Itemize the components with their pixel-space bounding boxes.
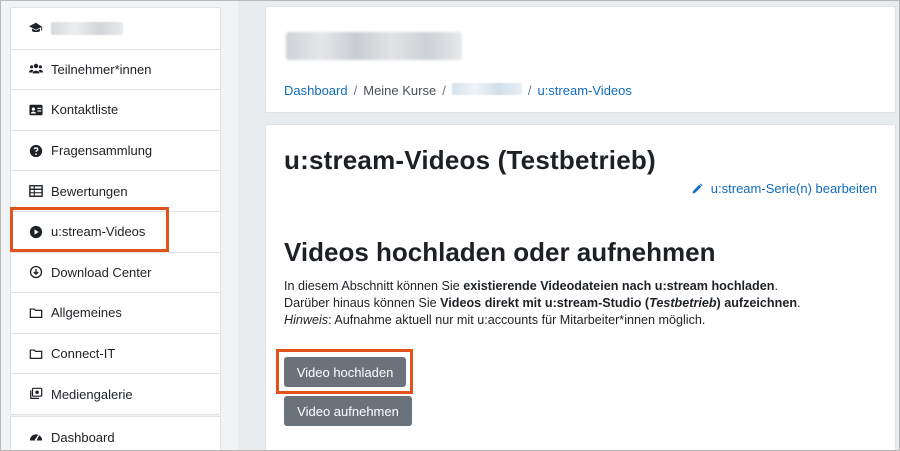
sidebar-item-mediengalerie[interactable]: Mediengalerie: [11, 373, 220, 414]
section-description: In diesem Abschnitt können Sie existiere…: [284, 278, 801, 329]
course-name-redacted: [51, 21, 123, 35]
sidebar-item-ustream-videos[interactable]: u:stream-Videos: [11, 210, 220, 252]
record-video-button[interactable]: Video aufnehmen: [284, 396, 412, 426]
sidebar-item-teilnehmer[interactable]: Teilnehmer*innen: [11, 48, 220, 90]
sidebar-item-bewertungen[interactable]: Bewertungen: [11, 170, 220, 211]
breadcrumb-current[interactable]: u:stream-Videos: [537, 83, 631, 98]
sidebar-item-label: Connect-IT: [51, 346, 116, 362]
page-header: Dashboard / Meine Kurse / / u:stream-Vid…: [265, 6, 896, 113]
course-nav: Teilnehmer*innen Kontaktliste Fragensamm…: [10, 7, 221, 415]
sidebar-item-fragensammlung[interactable]: Fragensammlung: [11, 129, 220, 171]
breadcrumb: Dashboard / Meine Kurse / / u:stream-Vid…: [284, 83, 632, 98]
breadcrumb-separator: /: [442, 83, 446, 98]
sidebar-item-kontaktliste[interactable]: Kontaktliste: [11, 89, 220, 130]
desc-line-2: Darüber hinaus können Sie Videos direkt …: [284, 296, 801, 310]
sidebar-item-dashboard[interactable]: Dashboard: [11, 417, 220, 451]
main-content: u:stream-Videos (Testbetrieb) u:stream-S…: [265, 124, 896, 451]
sidebar-item-label: Fragensammlung: [51, 143, 153, 159]
page-title: u:stream-Videos (Testbetrieb): [284, 145, 656, 175]
breadcrumb-separator: /: [353, 83, 358, 98]
dashboard-gauge-icon: [27, 430, 45, 444]
folder-icon: [27, 306, 45, 320]
table-icon: [27, 184, 45, 198]
address-card-icon: [27, 103, 45, 117]
breadcrumb-separator: /: [527, 83, 532, 98]
sidebar-item-label: Download Center: [51, 264, 152, 280]
sidebar-item-label: Allgemeines: [51, 305, 122, 321]
course-sidebar: Teilnehmer*innen Kontaktliste Fragensamm…: [0, 0, 238, 451]
graduation-cap-icon: [27, 21, 45, 35]
sidebar-item-label: Teilnehmer*innen: [51, 61, 152, 77]
course-title-redacted: [286, 32, 462, 60]
section-title: Videos hochladen oder aufnehmen: [284, 237, 716, 267]
upload-video-button[interactable]: Video hochladen: [284, 357, 406, 387]
edit-series-link[interactable]: u:stream-Serie(n) bearbeiten: [691, 181, 877, 196]
users-icon: [27, 62, 45, 76]
sidebar-item-connect-it[interactable]: Connect-IT: [11, 332, 220, 374]
play-circle-icon: [27, 225, 45, 239]
breadcrumb-dashboard[interactable]: Dashboard: [284, 83, 348, 98]
main-nav: Dashboard: [10, 416, 221, 451]
edit-series-label: u:stream-Serie(n) bearbeiten: [710, 181, 877, 196]
desc-line-3: Hinweis: Aufnahme aktuell nur mit u:acco…: [284, 313, 706, 327]
breadcrumb-course-redacted[interactable]: [451, 83, 522, 98]
sidebar-item-allgemeines[interactable]: Allgemeines: [11, 292, 220, 333]
download-circle-icon: [27, 265, 45, 279]
sidebar-item-label: u:stream-Videos: [51, 224, 146, 240]
sidebar-item-label: Kontaktliste: [51, 102, 119, 118]
folder-icon: [27, 347, 45, 361]
breadcrumb-courses: Meine Kurse: [363, 83, 437, 98]
sidebar-item-label: Dashboard: [51, 429, 115, 445]
desc-line-1: In diesem Abschnitt können Sie existiere…: [284, 279, 778, 293]
question-circle-icon: [27, 144, 45, 158]
sidebar-item-label: Bewertungen: [51, 183, 128, 199]
sidebar-item-course-home[interactable]: [11, 8, 220, 49]
sidebar-item-download-center[interactable]: Download Center: [11, 251, 220, 293]
gallery-icon: [27, 387, 45, 401]
pencil-icon: [692, 182, 703, 193]
sidebar-item-label: Mediengalerie: [51, 386, 133, 402]
